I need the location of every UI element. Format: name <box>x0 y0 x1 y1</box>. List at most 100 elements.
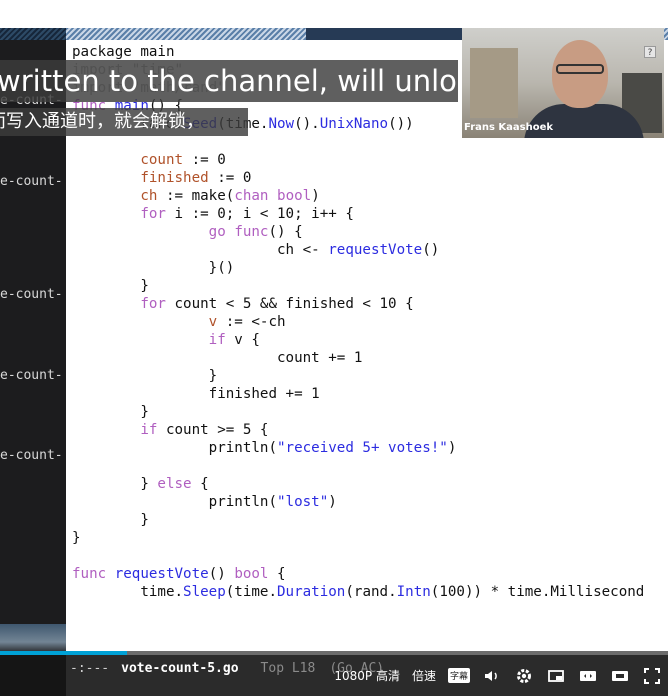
code-token: ) <box>328 494 337 510</box>
code-line[interactable]: println("received 5+ votes!") <box>72 439 644 457</box>
code-line[interactable]: } else { <box>72 475 644 493</box>
code-line[interactable]: } <box>72 277 644 295</box>
code-line[interactable]: count := 0 <box>72 151 644 169</box>
code-token: { <box>268 566 286 582</box>
code-token: () <box>422 242 440 258</box>
widescreen-icon[interactable] <box>578 666 598 686</box>
code-line[interactable]: ch <- requestVote() <box>72 241 644 259</box>
terminal-line: e-count- <box>0 174 63 189</box>
code-token: ch <- <box>72 242 329 258</box>
code-token: count += 1 <box>72 350 363 366</box>
code-line[interactable]: ch := make(chan bool) <box>72 187 644 205</box>
code-token: () { <box>268 224 303 240</box>
code-line[interactable]: time.Sleep(time.Duration(rand.Intn(100))… <box>72 583 644 601</box>
code-token: count < 5 && finished < 10 { <box>165 296 414 312</box>
code-line[interactable]: for i := 0; i < 10; i++ { <box>72 205 644 223</box>
code-line[interactable] <box>72 457 644 475</box>
code-token: Duration <box>277 584 346 600</box>
settings-icon[interactable] <box>514 666 534 686</box>
modeline-filename: vote-count-5.go <box>121 661 239 676</box>
webfullscreen-icon[interactable] <box>610 666 630 686</box>
code-token: (100)) * time.Millisecond <box>430 584 645 600</box>
code-line[interactable]: finished += 1 <box>72 385 644 403</box>
code-line[interactable]: } <box>72 367 644 385</box>
code-line[interactable]: for count < 5 && finished < 10 { <box>72 295 644 313</box>
code-line[interactable]: count += 1 <box>72 349 644 367</box>
code-token: Now <box>268 116 295 132</box>
terminal-line: e-count- <box>0 448 63 463</box>
code-line[interactable]: if count >= 5 { <box>72 421 644 439</box>
code-token: } <box>72 512 149 528</box>
code-token: v { <box>225 332 260 348</box>
code-line[interactable]: finished := 0 <box>72 169 644 187</box>
code-token: time. <box>72 584 184 600</box>
code-token: for <box>140 296 166 312</box>
code-line[interactable]: } <box>72 511 644 529</box>
subtitle-english: written to the channel, will unlock, <box>0 60 458 102</box>
code-token: ) <box>311 188 320 204</box>
code-token: UnixNano <box>319 116 389 132</box>
terminal-background-graphic <box>0 624 66 654</box>
code-token: := 0 <box>183 152 226 168</box>
quality-button[interactable]: 1080P 高清 <box>334 667 400 684</box>
code-token: println( <box>72 440 277 456</box>
code-token: := <-ch <box>217 314 286 330</box>
code-token: chan <box>234 188 269 204</box>
code-token: } <box>72 278 149 294</box>
code-line[interactable]: } <box>72 403 644 421</box>
code-token: (rand. <box>345 584 397 600</box>
speaker-glasses <box>556 64 604 74</box>
bottom-bar: -:--- vote-count-5.go Top L18 (Go AC) 1080P… <box>0 655 668 696</box>
code-token: (time. <box>225 584 278 600</box>
code-line[interactable]: go func() { <box>72 223 644 241</box>
modeline-position: Top L18 <box>260 661 316 676</box>
speed-button[interactable]: 倍速 <box>412 667 436 684</box>
code-token: } <box>72 530 81 546</box>
subtitle-chinese: 而写入通道时，就会解锁， <box>0 108 248 136</box>
code-line[interactable]: } <box>72 529 644 547</box>
webcam-background-shelf <box>470 48 518 118</box>
code-token: requestVote <box>114 566 209 582</box>
code-token: i := 0; i < 10; i++ { <box>165 206 354 222</box>
code-token: (). <box>294 116 320 132</box>
code-token: ch <box>140 188 158 204</box>
code-token: := 0 <box>208 170 252 186</box>
code-token: finished <box>140 170 209 186</box>
terminal-line: e-count- <box>0 287 63 302</box>
code-token: else <box>157 476 192 492</box>
code-token: println( <box>72 494 277 510</box>
code-token: func <box>72 566 115 582</box>
code-line[interactable]: func requestVote() bool { <box>72 565 644 583</box>
code-token: go <box>208 224 226 240</box>
modeline-status: -:--- <box>70 661 110 676</box>
code-line[interactable]: }() <box>72 259 644 277</box>
code-token: if <box>140 422 158 438</box>
code-token: () <box>208 566 235 582</box>
subtitle-button[interactable]: 字幕 <box>447 668 470 683</box>
code-line[interactable]: println("lost") <box>72 493 644 511</box>
pip-icon[interactable] <box>546 666 566 686</box>
code-token: for <box>140 206 166 222</box>
code-token: := make( <box>157 188 235 204</box>
fullscreen-icon[interactable] <box>642 666 662 686</box>
code-token: ()) <box>388 116 414 132</box>
volume-icon[interactable] <box>482 666 502 686</box>
code-token: } <box>72 404 149 420</box>
code-token: v <box>208 314 218 330</box>
code-token: bool <box>277 188 312 204</box>
help-icon[interactable]: ? <box>644 46 656 58</box>
subtitle-chinese-text: 而写入通道时，就会解锁， <box>0 111 204 132</box>
top-strip <box>0 0 668 28</box>
code-line[interactable]: if v { <box>72 331 644 349</box>
code-line[interactable]: v := <-ch <box>72 313 644 331</box>
code-line[interactable] <box>72 547 644 565</box>
